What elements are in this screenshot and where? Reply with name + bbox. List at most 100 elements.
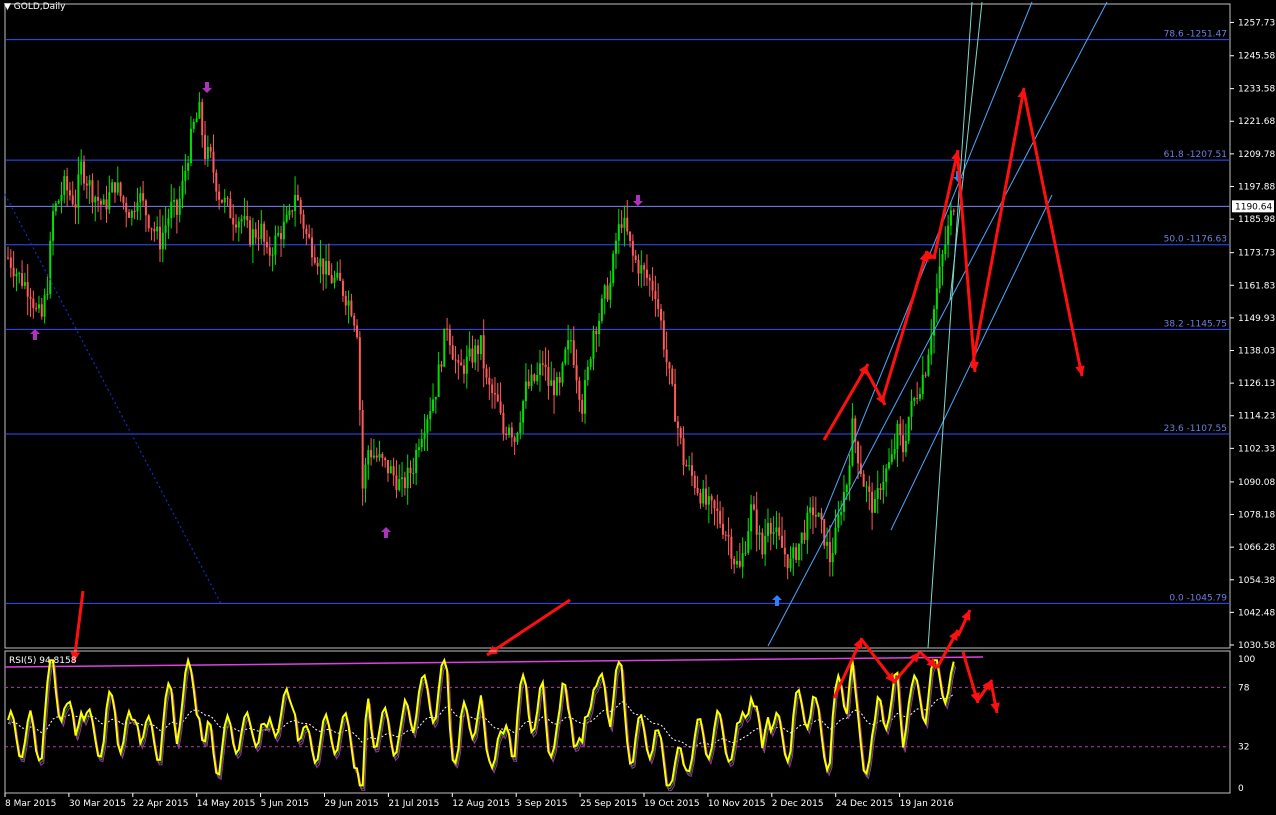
- bull-candle-body: [156, 226, 159, 232]
- bull-candle-body: [800, 532, 803, 544]
- bear-candle-body: [505, 433, 508, 436]
- price-tick-label: 1245.58: [1238, 52, 1275, 62]
- bear-candle-body: [153, 228, 156, 232]
- bear-candle-body: [755, 509, 758, 535]
- bear-candle-body: [761, 532, 764, 555]
- bull-candle-body: [271, 254, 274, 256]
- price-tick-label: 1221.68: [1238, 117, 1275, 127]
- bear-candle-body: [409, 467, 412, 474]
- bull-candle-body: [136, 202, 139, 212]
- bear-candle-body: [713, 500, 716, 509]
- bear-candle-body: [727, 534, 730, 537]
- bull-candle-body: [294, 194, 297, 211]
- bull-candle-body: [927, 354, 930, 376]
- bull-candle-body: [564, 349, 567, 364]
- bull-candle-body: [569, 340, 572, 342]
- bull-candle-body: [848, 465, 851, 486]
- bear-candle-body: [899, 423, 902, 436]
- bear-candle-body: [370, 450, 373, 458]
- bull-candle-body: [415, 450, 418, 473]
- bull-candle-body: [772, 531, 775, 534]
- bull-candle-body: [567, 340, 570, 350]
- menu-triangle-icon[interactable]: ▼: [4, 2, 11, 12]
- bear-candle-body: [265, 241, 268, 248]
- chart-title[interactable]: ▼ GOLD,Daily: [4, 2, 65, 12]
- bear-candle-body: [823, 519, 826, 546]
- bull-candle-body: [918, 394, 921, 399]
- bull-candle-body: [46, 294, 49, 296]
- bear-candle-body: [699, 492, 702, 504]
- rsi-tick-label: 32: [1238, 743, 1249, 753]
- bull-candle-body: [598, 320, 601, 335]
- bear-candle-body: [499, 401, 502, 413]
- price-tick-label: 1185.98: [1238, 215, 1275, 225]
- bull-candle-body: [600, 298, 603, 321]
- bear-candle-body: [544, 364, 547, 367]
- fib-level-label: 61.8 -1207.51: [1164, 150, 1227, 160]
- bear-candle-body: [553, 380, 556, 396]
- bear-candle-body: [440, 364, 443, 367]
- fib-level-label: 23.6 -1107.55: [1164, 424, 1227, 434]
- price-tick-label: 1209.78: [1238, 150, 1275, 160]
- bull-candle-body: [57, 200, 60, 204]
- bull-candle-body: [885, 468, 888, 482]
- bull-candle-body: [792, 547, 795, 559]
- price-tick-label: 1090.08: [1238, 478, 1275, 488]
- bull-candle-body: [688, 465, 691, 467]
- bull-candle-body: [378, 454, 381, 458]
- bull-candle-body: [465, 356, 468, 374]
- time-tick-label: 12 Aug 2015: [452, 799, 510, 809]
- bear-candle-body: [454, 359, 457, 361]
- bear-candle-body: [302, 214, 305, 229]
- bear-candle-body: [386, 460, 389, 474]
- bear-candle-body: [91, 180, 94, 203]
- price-tick-label: 1114.23: [1238, 412, 1275, 422]
- bull-candle-body: [941, 254, 944, 267]
- bear-candle-body: [634, 255, 637, 260]
- bear-candle-body: [491, 384, 494, 394]
- bull-candle-body: [15, 273, 18, 277]
- bull-candle-body: [904, 440, 907, 453]
- bear-candle-body: [510, 427, 513, 438]
- bear-candle-body: [462, 365, 465, 374]
- bear-candle-body: [578, 380, 581, 400]
- bear-candle-body: [924, 374, 927, 376]
- bear-candle-body: [581, 399, 584, 414]
- bull-candle-body: [826, 542, 829, 546]
- bear-candle-body: [308, 233, 311, 238]
- bear-candle-body: [547, 366, 550, 386]
- bear-candle-body: [451, 345, 454, 360]
- bull-candle-body: [240, 219, 243, 222]
- bear-candle-body: [71, 195, 74, 205]
- bull-candle-body: [198, 102, 201, 119]
- time-tick-label: 21 Jul 2015: [388, 799, 439, 809]
- time-tick-label: 29 Jun 2015: [325, 799, 379, 809]
- bull-candle-body: [77, 174, 80, 208]
- bear-candle-body: [781, 535, 784, 548]
- bull-candle-body: [508, 427, 511, 436]
- bear-candle-body: [916, 397, 919, 399]
- price-tick-label: 1233.58: [1238, 85, 1275, 95]
- time-tick-label: 25 Sep 2015: [580, 799, 637, 809]
- bear-candle-body: [778, 527, 781, 536]
- bull-candle-body: [412, 472, 415, 474]
- rsi-tick-label: 100: [1238, 655, 1255, 665]
- time-tick-label: 5 Jun 2015: [261, 799, 309, 809]
- bear-candle-body: [857, 441, 860, 464]
- bull-candle-body: [189, 128, 192, 164]
- bull-candle-body: [192, 121, 195, 129]
- bull-candle-body: [43, 295, 46, 317]
- bull-candle-body: [432, 399, 435, 412]
- price-tick-label: 1138.03: [1238, 347, 1275, 357]
- bull-candle-body: [288, 210, 291, 216]
- bear-candle-body: [133, 210, 136, 212]
- bear-candle-body: [68, 190, 71, 196]
- bear-candle-body: [783, 547, 786, 555]
- bull-candle-body: [865, 486, 868, 488]
- bear-candle-body: [575, 364, 578, 381]
- bear-candle-body: [353, 315, 356, 326]
- time-tick-label: 8 Mar 2015: [5, 799, 56, 809]
- bear-candle-body: [356, 325, 359, 338]
- bull-candle-body: [195, 118, 198, 122]
- bull-candle-body: [873, 499, 876, 513]
